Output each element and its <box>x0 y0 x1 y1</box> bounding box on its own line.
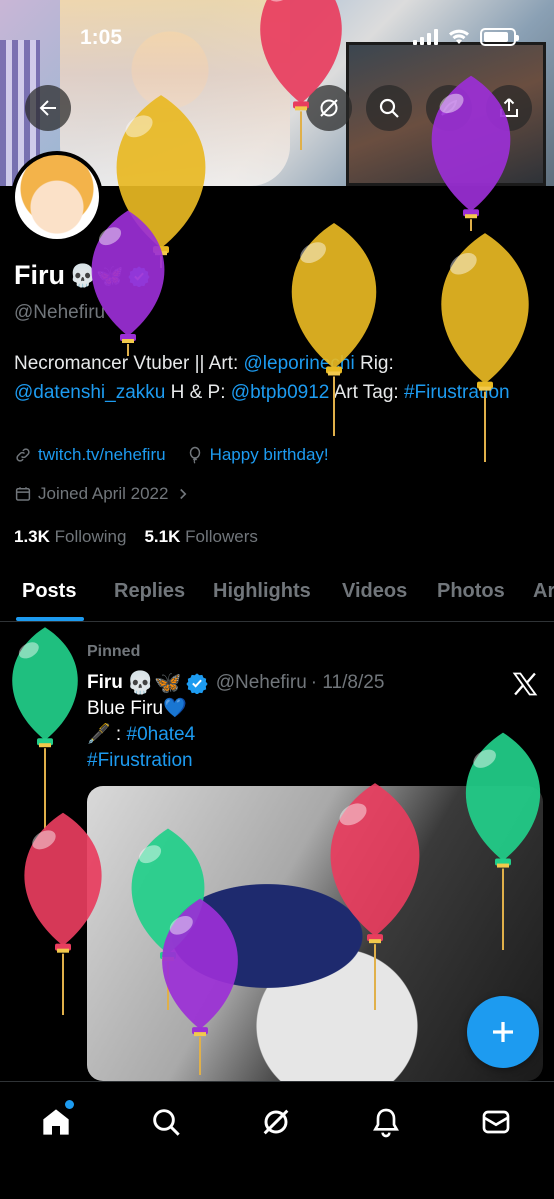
status-icons <box>413 28 519 46</box>
tab-videos[interactable]: Videos <box>342 580 407 603</box>
profile-tabs: Posts Replies Highlights Videos Photos A… <box>0 566 554 622</box>
mail-icon <box>482 1110 510 1134</box>
calendar-icon <box>15 487 31 501</box>
battery-icon <box>480 28 519 46</box>
nav-search[interactable] <box>146 1102 186 1142</box>
home-notification-dot <box>65 1100 74 1109</box>
post-header: Firu 💀🦋 @Nehefiru · 11/8/25 <box>87 670 384 696</box>
pinned-label: Pinned <box>87 643 141 660</box>
search-icon <box>379 98 399 118</box>
post-author-emojis: 💀🦋 <box>126 670 182 695</box>
post-line-1: Blue Firu💙 <box>87 698 187 719</box>
nav-notifications[interactable] <box>366 1102 406 1142</box>
balloon <box>245 0 357 150</box>
bottom-navigation <box>0 1081 554 1199</box>
post-line-2-prefix: 🖋️ : <box>87 724 127 745</box>
balloon <box>425 230 545 462</box>
chevron-right-icon <box>180 488 187 500</box>
bio-mention-datenshi-zakku[interactable]: @datenshi_zakku <box>14 382 165 403</box>
active-tab-indicator <box>16 617 84 621</box>
tab-articles[interactable]: Ar <box>533 580 554 603</box>
balloon <box>452 730 554 950</box>
post-line-2: 🖋️ : #0hate4 <box>87 722 195 748</box>
following-label: Following <box>54 527 127 546</box>
balloon <box>276 220 392 436</box>
post-hashtag-0hate4[interactable]: #0hate4 <box>127 724 196 745</box>
bio-text: H & P: <box>165 382 231 403</box>
balloon <box>314 780 436 1010</box>
followers-count: 5.1K <box>144 527 181 546</box>
followers-label: Followers <box>185 527 258 546</box>
nav-grok[interactable] <box>256 1102 296 1142</box>
balloon <box>0 625 90 830</box>
wifi-icon <box>449 29 469 44</box>
balloon-icon <box>189 446 200 464</box>
balloon <box>148 896 252 1075</box>
balloon <box>10 810 116 1015</box>
tab-posts[interactable]: Posts <box>22 580 76 603</box>
back-arrow-icon <box>39 100 56 116</box>
balloon <box>78 208 178 356</box>
cellular-signal-icon <box>413 29 438 45</box>
link-icon <box>16 448 30 462</box>
plus-icon <box>493 1022 513 1042</box>
verified-badge-icon <box>186 673 208 694</box>
display-name: Firu <box>14 260 65 290</box>
birthday-link[interactable]: Happy birthday! <box>186 445 329 465</box>
tab-highlights[interactable]: Highlights <box>213 580 311 603</box>
compose-post-button[interactable] <box>467 996 539 1068</box>
post-author-name[interactable]: Firu <box>87 672 123 694</box>
profile-meta: twitch.tv/nehefiru Happy birthday! <box>14 445 329 465</box>
nav-home[interactable] <box>36 1100 76 1142</box>
search-icon <box>153 1109 180 1136</box>
post-date: · 11/8/25 <box>310 672 385 693</box>
joined-date[interactable]: Joined April 2022 <box>14 484 192 504</box>
home-icon <box>43 1109 69 1135</box>
post-hashtag-firustration[interactable]: #Firustration <box>87 750 193 771</box>
search-button[interactable] <box>366 85 412 131</box>
tab-replies[interactable]: Replies <box>114 580 185 603</box>
joined-text: Joined April 2022 <box>38 484 169 503</box>
nav-messages[interactable] <box>476 1102 516 1142</box>
x-logo-icon <box>512 672 538 696</box>
birthday-text: Happy birthday! <box>209 445 329 464</box>
following-count: 1.3K <box>14 527 50 546</box>
bio-text: Necromancer Vtuber || Art: <box>14 353 244 374</box>
follow-stats: 1.3K Following 5.1K Followers <box>14 527 258 547</box>
website-text: twitch.tv/nehefiru <box>38 445 166 464</box>
status-time: 1:05 <box>80 26 123 49</box>
post-text: Blue Firu💙 🖋️ : #0hate4 #Firustration <box>87 696 195 774</box>
following-stat[interactable]: 1.3K Following <box>14 527 126 547</box>
tab-photos[interactable]: Photos <box>437 580 505 603</box>
grok-icon <box>263 1109 289 1135</box>
back-button[interactable] <box>25 85 71 131</box>
balloon <box>417 73 525 232</box>
website-link[interactable]: twitch.tv/nehefiru <box>14 445 166 465</box>
post-author-handle[interactable]: @Nehefiru <box>216 672 307 694</box>
bell-icon <box>373 1108 399 1138</box>
followers-stat[interactable]: 5.1K Followers <box>144 527 257 547</box>
